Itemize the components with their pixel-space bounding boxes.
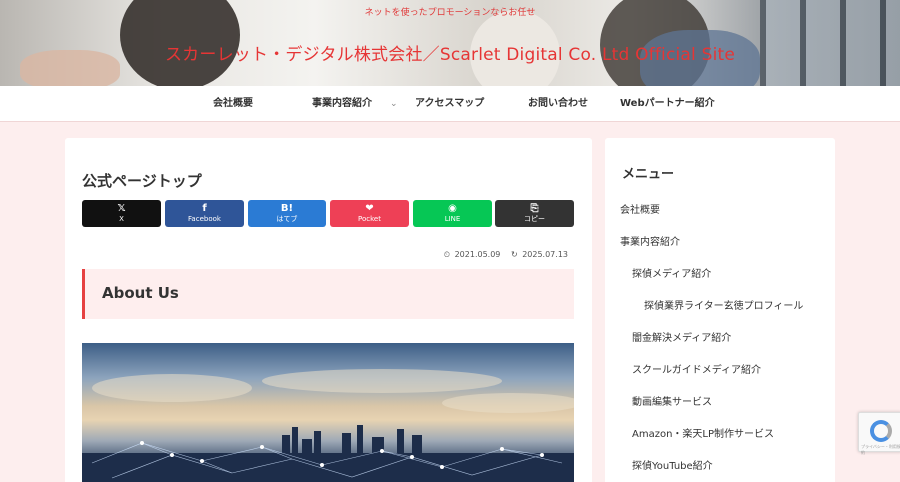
update-icon: ↻: [510, 250, 518, 259]
section-heading: About Us: [82, 269, 574, 319]
share-label: LINE: [444, 215, 461, 223]
sidebar-item-company[interactable]: 会社概要: [620, 201, 660, 216]
share-label: Facebook: [188, 215, 221, 223]
share-line-button[interactable]: ◉ LINE: [413, 200, 492, 227]
nav-item-label: Webパートナー紹介: [620, 98, 715, 109]
nav-item-company[interactable]: 会社概要: [213, 86, 253, 122]
pocket-icon: ❤: [365, 203, 374, 214]
sidebar-item-video-editing[interactable]: 動画編集サービス: [632, 393, 712, 408]
nav-item-label: アクセスマップ: [415, 98, 485, 109]
nav-item-access-map[interactable]: アクセスマップ: [415, 86, 484, 122]
share-label: はてブ: [276, 215, 298, 223]
page-title: 公式ページトップ: [82, 172, 202, 190]
share-x-button[interactable]: 𝕏 X: [82, 200, 161, 227]
sidebar-item-loan-media[interactable]: 闇金解決メディア紹介: [632, 329, 731, 344]
copy-icon: ⎘: [530, 203, 539, 214]
copy-link-button[interactable]: ⎘ コピー: [495, 200, 574, 227]
recaptcha-badge[interactable]: プライバシー・利用規約: [858, 412, 900, 455]
global-nav: 会社概要 事業内容紹介 ⌄ アクセスマップ お問い合わせ Webパートナー紹介: [0, 86, 900, 122]
hero-image-city-network: [82, 343, 574, 482]
nav-item-label: 会社概要: [213, 98, 253, 109]
x-icon: 𝕏: [117, 203, 126, 214]
nav-item-label: 事業内容紹介: [312, 98, 372, 109]
line-icon: ◉: [448, 203, 457, 214]
share-label: X: [119, 215, 124, 223]
header-banner: ネットを使ったプロモーションならお任せ スカーレット・デジタル株式会社／Scar…: [0, 0, 900, 86]
share-facebook-button[interactable]: f Facebook: [165, 200, 244, 227]
updated-date: 2025.07.13: [522, 250, 568, 259]
sidebar: メニュー 会社概要 事業内容紹介 探偵メディア紹介 探偵業界ライター玄徳プロフィ…: [605, 138, 835, 482]
recaptcha-privacy-text: プライバシー・利用規約: [861, 444, 900, 455]
section-heading-text: About Us: [102, 284, 179, 302]
hatena-bookmark-icon: B!: [280, 203, 294, 214]
sidebar-item-detective-media[interactable]: 探偵メディア紹介: [632, 265, 711, 280]
facebook-icon: f: [202, 203, 207, 214]
share-label: コピー: [524, 215, 545, 223]
nav-item-label: お問い合わせ: [528, 98, 588, 109]
sidebar-item-youtube[interactable]: 探偵YouTube紹介: [632, 457, 713, 472]
post-dates: ⏲ 2021.05.09 ↻ 2025.07.13: [436, 250, 568, 260]
sidebar-item-lp-production[interactable]: Amazon・楽天LP制作サービス: [632, 425, 774, 440]
site-tagline: ネットを使ったプロモーションならお任せ: [364, 8, 536, 18]
city-network-illustration: [82, 369, 574, 482]
nav-item-services[interactable]: 事業内容紹介 ⌄: [312, 86, 398, 122]
clock-icon: ⏲: [443, 250, 451, 259]
chevron-down-icon: ⌄: [390, 99, 398, 109]
recaptcha-icon: [870, 420, 892, 442]
sidebar-item-services[interactable]: 事業内容紹介: [620, 233, 680, 248]
share-pocket-button[interactable]: ❤ Pocket: [330, 200, 409, 227]
site-title-link[interactable]: スカーレット・デジタル株式会社／Scarlet Digital Co. Ltd …: [0, 40, 900, 65]
sidebar-title: メニュー: [622, 167, 675, 182]
sidebar-item-writer-profile[interactable]: 探偵業界ライター玄徳プロフィール: [644, 297, 803, 312]
nav-item-web-partners[interactable]: Webパートナー紹介: [620, 86, 715, 122]
share-hatena-button[interactable]: B! はてブ: [248, 200, 326, 227]
main-content: 公式ページトップ 𝕏 X f Facebook B! はてブ ❤ Pocket …: [65, 138, 592, 482]
share-label: Pocket: [358, 215, 381, 223]
nav-item-contact[interactable]: お問い合わせ: [528, 86, 588, 122]
published-date: 2021.05.09: [454, 250, 501, 259]
sidebar-item-school-guide[interactable]: スクールガイドメディア紹介: [632, 361, 761, 376]
